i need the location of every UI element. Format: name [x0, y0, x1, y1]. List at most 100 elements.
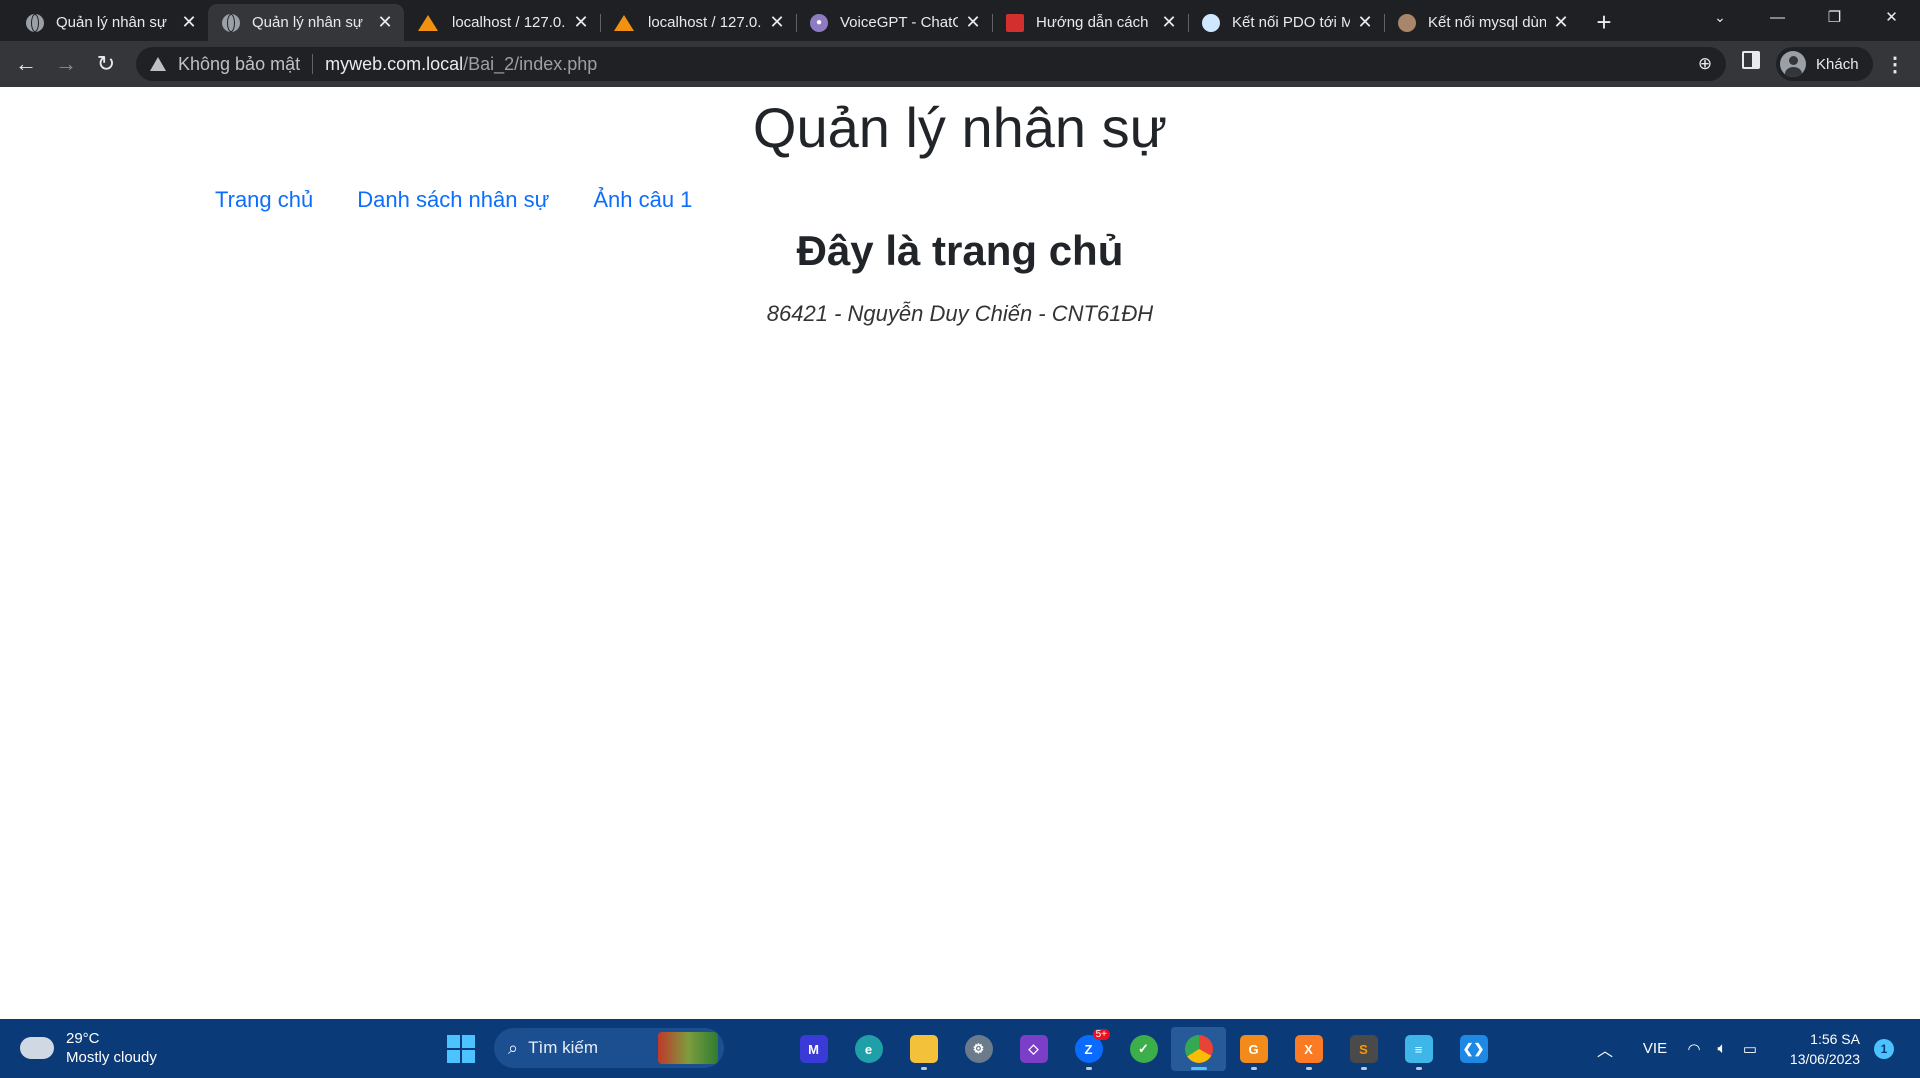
taskbar-app-coccoc[interactable]: ✓ — [1116, 1027, 1171, 1071]
address-bar[interactable]: Không bảo mật myweb.com.local/Bai_2/inde… — [136, 47, 1726, 81]
folder-icon — [909, 1035, 938, 1063]
tab-title: Quản lý nhân sự — [56, 14, 167, 31]
address-divider — [312, 54, 314, 74]
taskbar-app-settings[interactable]: ⚙ — [951, 1027, 1006, 1071]
tab-title: Kết nối mysql dùn — [1428, 14, 1546, 31]
site-icon — [1006, 13, 1024, 32]
close-window-icon[interactable]: ✕ — [1863, 0, 1920, 34]
reload-icon[interactable]: ↻ — [86, 44, 126, 84]
close-icon[interactable]: ✕ — [1160, 12, 1178, 33]
tab-search-chevron-icon[interactable]: ⌄ — [1700, 0, 1740, 34]
weather-temp: 29°C — [66, 1030, 100, 1047]
taskbar-app-anydesk[interactable]: M — [786, 1027, 841, 1071]
browser-tab[interactable]: Kết nối PDO tới M ✕ — [1188, 4, 1384, 41]
coccoc-icon: ✓ — [1129, 1035, 1158, 1063]
taskbar-app-visual-studio[interactable]: ◇ — [1006, 1027, 1061, 1071]
close-icon[interactable]: ✕ — [768, 12, 786, 33]
sublime-icon: S — [1349, 1035, 1378, 1063]
browser-tab[interactable]: Kết nối mysql dùn ✕ — [1384, 4, 1580, 41]
system-tray: ︿ VIE ◠ 🔈︎ ▭ — [1590, 1019, 1764, 1078]
battery-icon[interactable]: ▭ — [1736, 1040, 1764, 1058]
weather-desc: Mostly cloudy — [66, 1049, 157, 1066]
browser-toolbar: ← → ↻ Không bảo mật myweb.com.local/Bai_… — [0, 41, 1920, 87]
zalo-badge: 5+ — [1092, 1029, 1110, 1040]
weather-widget[interactable]: 29°C Mostly cloudy — [20, 1029, 157, 1067]
phpmyadmin-icon — [614, 14, 634, 31]
security-label[interactable]: Không bảo mật — [178, 54, 300, 75]
vscode-icon: ❮❯ — [1459, 1035, 1488, 1063]
close-icon[interactable]: ✕ — [1356, 12, 1374, 33]
taskbar-app-xampp[interactable]: X — [1281, 1027, 1336, 1071]
tab-title: localhost / 127.0. — [452, 14, 566, 31]
new-tab-button[interactable]: + — [1584, 4, 1624, 41]
tab-title: localhost / 127.0. — [648, 14, 762, 31]
taskbar-app-edge[interactable]: e — [841, 1027, 896, 1071]
close-icon[interactable]: ✕ — [964, 12, 982, 33]
tab-title: Hướng dẫn cách — [1036, 14, 1149, 31]
web-page: Quản lý nhân sự Trang chủ Danh sách nhân… — [0, 87, 1920, 1019]
taskbar-search[interactable]: ⌕ Tìm kiếm — [494, 1028, 724, 1068]
taskbar-app-vscode[interactable]: ❮❯ — [1446, 1027, 1501, 1071]
tab-list: Quản lý nhân sự ✕ Quản lý nhân sự ✕ loca… — [0, 4, 1624, 41]
taskbar: 29°C Mostly cloudy ⌕ Tìm kiếm M e ⚙ ◇ Z5… — [0, 1019, 1920, 1078]
window-controls: — ❐ ✕ — [1749, 0, 1920, 34]
close-icon[interactable]: ✕ — [180, 12, 198, 33]
browser-tab[interactable]: ● VoiceGPT - ChatG ✕ — [796, 4, 992, 41]
tab-title: VoiceGPT - ChatG — [840, 14, 958, 31]
zoom-icon[interactable]: ⊕ — [1694, 53, 1716, 75]
close-icon[interactable]: ✕ — [376, 12, 394, 33]
pdf-icon: G — [1239, 1035, 1268, 1063]
taskbar-app-pdf[interactable]: G — [1226, 1027, 1281, 1071]
forward-arrow-icon[interactable]: → — [46, 44, 86, 84]
url-host[interactable]: myweb.com.local — [325, 54, 463, 75]
search-icon: ⌕ — [508, 1037, 519, 1058]
cloudy-weather-icon — [20, 1029, 54, 1059]
visual-studio-icon: ◇ — [1019, 1035, 1048, 1063]
browser-tab[interactable]: Quản lý nhân sự ✕ — [12, 4, 208, 41]
chevron-up-icon[interactable]: ︿ — [1590, 1037, 1620, 1061]
clock-time: 1:56 SA — [1810, 1031, 1860, 1047]
taskbar-app-notepad[interactable]: ≡ — [1391, 1027, 1446, 1071]
profile-label: Khách — [1816, 55, 1859, 73]
close-icon[interactable]: ✕ — [1552, 12, 1570, 33]
tab-strip: Quản lý nhân sự ✕ Quản lý nhân sự ✕ loca… — [0, 0, 1920, 41]
student-info: 86421 - Nguyễn Duy Chiến - CNT61ĐH — [766, 301, 1154, 326]
nav-link-staff-list[interactable]: Danh sách nhân sự — [357, 187, 549, 213]
close-icon[interactable]: ✕ — [572, 12, 590, 33]
globe-icon — [222, 13, 240, 32]
search-label: Tìm kiếm — [528, 1038, 598, 1057]
taskbar-app-explorer[interactable] — [896, 1027, 951, 1071]
site-title: Quản lý nhân sự — [752, 96, 1168, 159]
wifi-icon[interactable]: ◠ — [1680, 1040, 1708, 1058]
xampp-icon: X — [1294, 1035, 1323, 1063]
page-heading: Đây là trang chủ — [796, 227, 1124, 274]
profile-photo-icon — [1398, 13, 1416, 32]
taskbar-apps: M e ⚙ ◇ Z 5+ ✓ G X S ≡ ❮❯ — [786, 1027, 1501, 1071]
avatar — [1780, 51, 1806, 77]
restore-icon[interactable]: ❐ — [1806, 0, 1863, 34]
warning-icon[interactable] — [150, 57, 166, 71]
volume-icon[interactable]: 🔈︎ — [1708, 1040, 1736, 1057]
back-arrow-icon[interactable]: ← — [6, 44, 46, 84]
profile-button[interactable]: Khách — [1776, 47, 1873, 81]
taskbar-app-chrome[interactable] — [1171, 1027, 1226, 1071]
clock-date: 13/06/2023 — [1789, 1051, 1860, 1067]
side-panel-icon[interactable] — [1742, 51, 1760, 69]
taskbar-app-sublime[interactable]: S — [1336, 1027, 1391, 1071]
browser-tab-active[interactable]: Quản lý nhân sự ✕ — [208, 4, 404, 41]
kebab-menu-icon[interactable]: ⋮ — [1880, 49, 1910, 79]
browser-tab[interactable]: localhost / 127.0. ✕ — [404, 4, 600, 41]
nav-link-home[interactable]: Trang chủ — [215, 187, 313, 213]
taskbar-app-zalo[interactable]: Z 5+ — [1061, 1027, 1116, 1071]
minimize-icon[interactable]: — — [1749, 0, 1806, 34]
url-path[interactable]: /Bai_2/index.php — [463, 54, 597, 75]
browser-tab[interactable]: localhost / 127.0. ✕ — [600, 4, 796, 41]
nav-link-image-q1[interactable]: Ảnh câu 1 — [593, 187, 692, 213]
main-nav: Trang chủ Danh sách nhân sự Ảnh câu 1 — [215, 187, 736, 213]
notification-badge[interactable]: 1 — [1874, 1039, 1894, 1059]
start-windows-icon[interactable] — [447, 1035, 475, 1063]
browser-tab[interactable]: Hướng dẫn cách ✕ — [992, 4, 1188, 41]
tab-title: Quản lý nhân sự — [252, 14, 363, 31]
language-indicator[interactable]: VIE — [1630, 1040, 1680, 1057]
clock[interactable]: 1:56 SA 13/06/2023 — [1778, 1029, 1860, 1069]
